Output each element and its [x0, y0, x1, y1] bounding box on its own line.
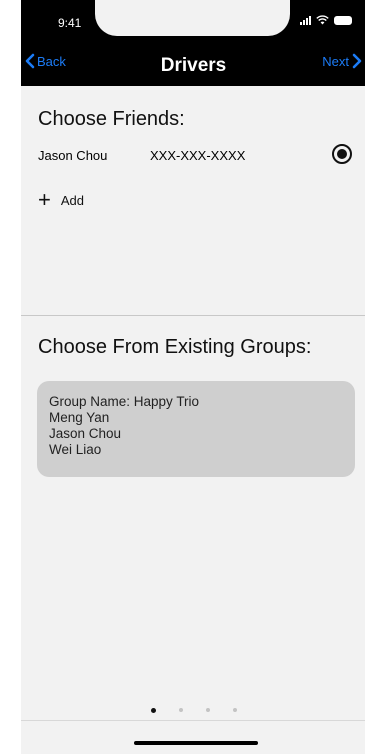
page-dot-2[interactable]	[178, 708, 183, 712]
home-indicator[interactable]	[134, 741, 258, 745]
status-time: 9:41	[58, 16, 82, 30]
chevron-right-icon	[352, 53, 362, 69]
group-name: Group Name: Happy Trio	[49, 394, 200, 409]
group-member: Jason Chou	[49, 426, 122, 441]
navigation-bar: 9:41 Back Drivers Next	[21, 0, 365, 86]
add-friend-button[interactable]: + Add	[38, 187, 84, 212]
bottom-divider	[21, 720, 365, 721]
group-card[interactable]: Group Name: Happy Trio Meng Yan Jason Ch…	[37, 381, 355, 477]
battery-icon	[334, 15, 352, 25]
friend-radio-button[interactable]	[332, 144, 352, 164]
existing-groups-heading: Choose From Existing Groups:	[38, 336, 312, 358]
page-dot-3[interactable]	[205, 708, 210, 712]
wifi-icon	[316, 15, 329, 25]
group-member: Meng Yan	[49, 410, 110, 425]
section-divider	[21, 315, 365, 316]
radio-selected-dot	[337, 149, 347, 159]
next-button[interactable]: Next	[322, 53, 362, 69]
phone-screen: 9:41 Back Drivers Next Choose Friends: J…	[21, 0, 365, 754]
status-icons	[300, 15, 352, 25]
page-dot-1[interactable]	[150, 708, 156, 713]
cellular-signal-icon	[300, 15, 311, 25]
page-indicator	[21, 708, 365, 713]
friend-name: Jason Chou	[38, 148, 108, 163]
friend-phone: XXX-XXX-XXXX	[150, 148, 246, 163]
group-member: Wei Liao	[49, 442, 102, 457]
plus-icon: +	[38, 187, 51, 212]
choose-friends-heading: Choose Friends:	[38, 108, 185, 130]
device-notch	[95, 0, 290, 36]
add-label: Add	[60, 192, 84, 208]
page-title: Drivers	[160, 55, 227, 76]
next-label: Next	[322, 53, 349, 69]
page-dot-4[interactable]	[232, 708, 237, 712]
